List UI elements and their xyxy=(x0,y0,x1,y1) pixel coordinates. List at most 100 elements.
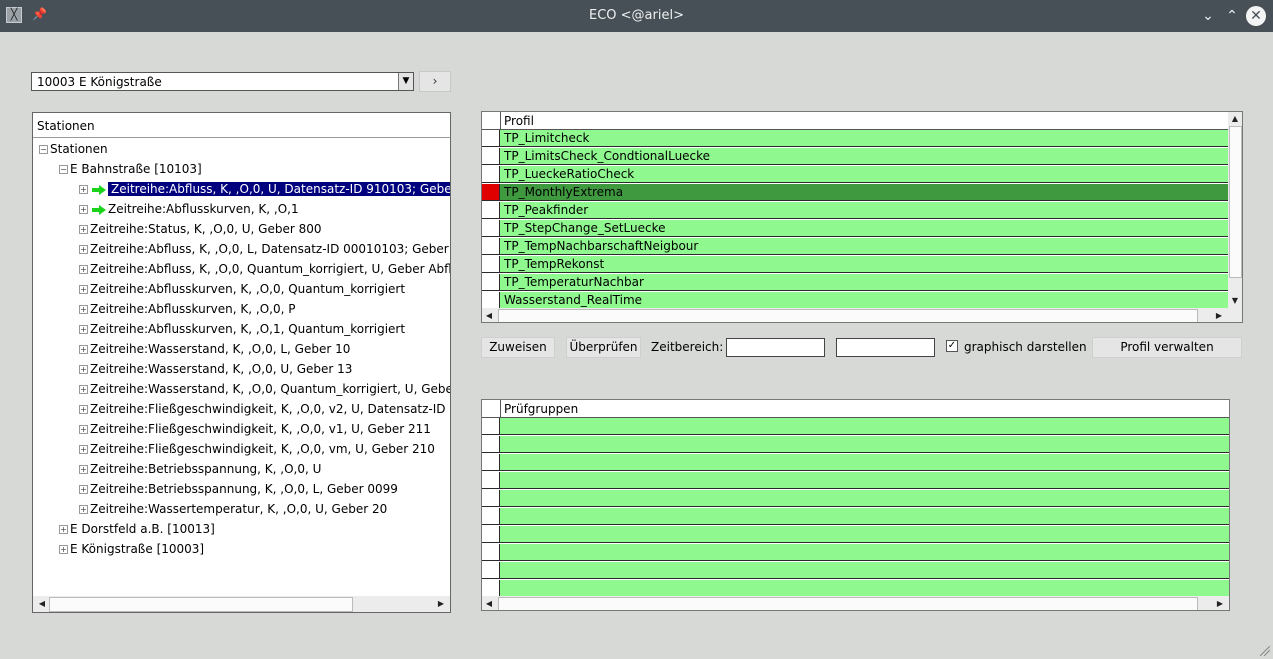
row-marker-cell[interactable] xyxy=(482,256,500,273)
expand-icon[interactable]: + xyxy=(79,405,88,414)
row-marker-cell[interactable] xyxy=(482,292,500,309)
scroll-right-icon[interactable]: ▶ xyxy=(434,597,448,611)
check-group-row[interactable] xyxy=(500,490,1229,507)
scroll-left-icon[interactable]: ◀ xyxy=(482,597,496,610)
row-marker-cell[interactable] xyxy=(482,418,500,435)
tree-timeseries-item[interactable]: + Zeitreihe:Wasserstand, K, ,O,0, U, Gebe… xyxy=(79,359,352,379)
expand-icon[interactable]: + xyxy=(79,485,88,494)
profile-row[interactable]: TP_StepChange_SetLuecke xyxy=(500,220,1228,237)
collapse-icon[interactable]: − xyxy=(59,165,68,174)
row-marker-cell[interactable] xyxy=(482,490,500,507)
assign-button[interactable]: Zuweisen xyxy=(481,337,555,358)
tree-station-koenigstrasse[interactable]: + E Königstraße [10003] xyxy=(59,539,204,559)
groups-horizontal-scrollbar[interactable]: ◀ ▶ xyxy=(482,596,1229,610)
row-marker-cell[interactable] xyxy=(482,454,500,471)
time-to-input[interactable] xyxy=(836,338,935,357)
expand-icon[interactable]: + xyxy=(79,245,88,254)
expand-icon[interactable]: + xyxy=(79,265,88,274)
profile-row[interactable]: TP_MonthlyExtrema xyxy=(500,184,1228,201)
collapse-icon[interactable]: − xyxy=(39,145,48,154)
expand-icon[interactable]: + xyxy=(59,525,68,534)
row-marker-cell[interactable] xyxy=(482,508,500,525)
groups-column-header[interactable]: Prüfgruppen xyxy=(501,400,1229,418)
check-button[interactable]: Überprüfen xyxy=(566,337,641,358)
tree-timeseries-item[interactable]: + Zeitreihe:Abflusskurven, K, ,O,1 xyxy=(79,199,299,219)
profile-row[interactable]: TP_TempRekonst xyxy=(500,256,1228,273)
tree-timeseries-item[interactable]: + Zeitreihe:Fließgeschwindigkeit, K, ,O,0… xyxy=(79,439,435,459)
expand-icon[interactable]: + xyxy=(79,185,88,194)
tree-timeseries-item[interactable]: + Zeitreihe:Abfluss, K, ,O,0, U, Datensat… xyxy=(79,179,450,199)
resize-grip-icon[interactable] xyxy=(1260,646,1270,656)
check-group-row[interactable] xyxy=(500,544,1229,561)
check-group-row[interactable] xyxy=(500,454,1229,471)
profile-row[interactable]: TP_Limitcheck xyxy=(500,130,1228,147)
expand-icon[interactable]: + xyxy=(79,445,88,454)
close-icon[interactable]: ✕ xyxy=(1246,6,1266,26)
expand-icon[interactable]: + xyxy=(79,465,88,474)
tree-station-dorstfeld[interactable]: + E Dorstfeld a.B. [10013] xyxy=(59,519,215,539)
scroll-up-icon[interactable]: ▲ xyxy=(1228,112,1242,126)
expand-icon[interactable]: + xyxy=(79,505,88,514)
tree-timeseries-item[interactable]: + Zeitreihe:Fließgeschwindigkeit, K, ,O,0… xyxy=(79,399,450,419)
profile-row[interactable]: TP_TempNachbarschaftNeigbour xyxy=(500,238,1228,255)
tree-horizontal-scrollbar[interactable]: ◀ ▶ xyxy=(33,596,450,612)
expand-icon[interactable]: + xyxy=(79,285,88,294)
expand-icon[interactable]: + xyxy=(79,425,88,434)
maximize-icon[interactable]: ⌃ xyxy=(1222,6,1242,26)
profile-row[interactable]: TP_Peakfinder xyxy=(500,202,1228,219)
row-marker-cell[interactable] xyxy=(482,202,500,219)
row-marker-cell[interactable] xyxy=(482,544,500,561)
expand-icon[interactable]: + xyxy=(79,325,88,334)
expand-icon[interactable]: + xyxy=(79,365,88,374)
profile-row[interactable]: TP_TemperaturNachbar xyxy=(500,274,1228,291)
expand-icon[interactable]: + xyxy=(79,305,88,314)
tree-timeseries-item[interactable]: + Zeitreihe:Fließgeschwindigkeit, K, ,O,0… xyxy=(79,419,431,439)
check-group-row[interactable] xyxy=(500,436,1229,453)
row-marker-cell[interactable] xyxy=(482,562,500,579)
tree-timeseries-item[interactable]: + Zeitreihe:Abflusskurven, K, ,O,0, P xyxy=(79,299,295,319)
profile-vertical-scrollbar[interactable]: ▲ ▼ xyxy=(1228,112,1242,308)
tree-timeseries-item[interactable]: + Zeitreihe:Betriebsspannung, K, ,O,0, L,… xyxy=(79,479,398,499)
tree-station-bahnstrasse[interactable]: − E Bahnstraße [10103] xyxy=(59,159,202,179)
row-marker-cell[interactable] xyxy=(482,184,500,201)
check-group-row[interactable] xyxy=(500,508,1229,525)
tree-timeseries-item[interactable]: + Zeitreihe:Abfluss, K, ,O,0, L, Datensat… xyxy=(79,239,450,259)
profile-row[interactable]: TP_LimitsCheck_CondtionalLuecke xyxy=(500,148,1228,165)
row-marker-cell[interactable] xyxy=(482,130,500,147)
graph-checkbox[interactable]: ✓ xyxy=(946,340,958,352)
tree-timeseries-item[interactable]: + Zeitreihe:Betriebsspannung, K, ,O,0, U xyxy=(79,459,321,479)
expand-icon[interactable]: + xyxy=(79,225,88,234)
row-marker-cell[interactable] xyxy=(482,166,500,183)
row-marker-cell[interactable] xyxy=(482,472,500,489)
check-group-row[interactable] xyxy=(500,418,1229,435)
expand-icon[interactable]: + xyxy=(79,205,88,214)
profile-column-header[interactable]: Profil xyxy=(501,112,1231,130)
tree-timeseries-item[interactable]: + Zeitreihe:Status, K, ,O,0, U, Geber 800 xyxy=(79,219,322,239)
scroll-down-icon[interactable]: ▼ xyxy=(1228,294,1242,308)
tree-timeseries-item[interactable]: + Zeitreihe:Wasserstand, K, ,O,0, Quantum… xyxy=(79,379,450,399)
station-tree[interactable]: Stationen − Stationen − E Bahnstraße [1010… xyxy=(32,112,451,613)
minimize-icon[interactable]: ⌄ xyxy=(1198,6,1218,26)
scroll-right-icon[interactable]: ▶ xyxy=(1213,597,1227,610)
tree-root[interactable]: − Stationen xyxy=(39,139,108,159)
row-marker-cell[interactable] xyxy=(482,436,500,453)
check-group-row[interactable] xyxy=(500,562,1229,579)
manage-profile-button[interactable]: Profil verwalten xyxy=(1092,337,1242,358)
time-from-input[interactable] xyxy=(726,338,825,357)
check-group-row[interactable] xyxy=(500,580,1229,597)
tree-timeseries-item[interactable]: + Zeitreihe:Wassertemperatur, K, ,O,0, U,… xyxy=(79,499,387,519)
tree-timeseries-item[interactable]: + Zeitreihe:Abfluss, K, ,O,0, Quantum_kor… xyxy=(79,259,450,279)
scroll-left-icon[interactable]: ◀ xyxy=(482,309,496,322)
tree-timeseries-item[interactable]: + Zeitreihe:Wasserstand, K, ,O,0, L, Gebe… xyxy=(79,339,350,359)
next-station-button[interactable]: › xyxy=(419,71,451,92)
profile-row[interactable]: TP_LueckeRatioCheck xyxy=(500,166,1228,183)
scroll-thumb[interactable] xyxy=(49,597,353,612)
row-marker-cell[interactable] xyxy=(482,274,500,291)
row-marker-cell[interactable] xyxy=(482,580,500,597)
scroll-right-icon[interactable]: ▶ xyxy=(1212,309,1226,322)
chevron-down-icon[interactable]: ▼ xyxy=(398,73,413,90)
row-marker-cell[interactable] xyxy=(482,526,500,543)
tree-timeseries-item[interactable]: + Zeitreihe:Abflusskurven, K, ,O,0, Quant… xyxy=(79,279,405,299)
check-group-row[interactable] xyxy=(500,526,1229,543)
scroll-thumb[interactable] xyxy=(498,309,1198,322)
